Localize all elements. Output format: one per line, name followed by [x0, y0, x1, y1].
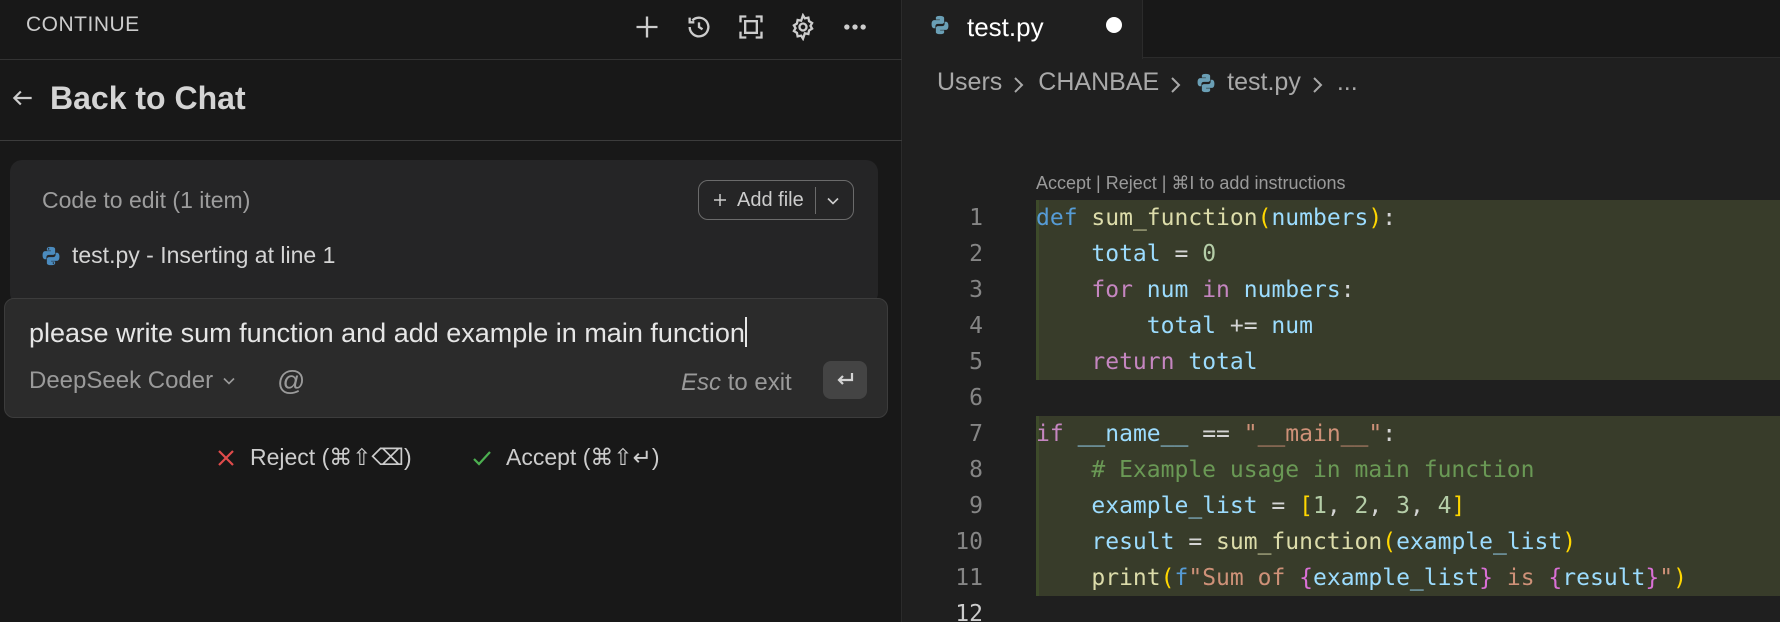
- text-caret: [744, 317, 747, 347]
- model-name: DeepSeek Coder: [29, 367, 214, 394]
- line-number: 12: [955, 601, 983, 622]
- app-title: CONTINUE: [26, 13, 140, 36]
- python-icon: [40, 245, 62, 267]
- back-to-chat-bar[interactable]: Back to Chat: [0, 61, 902, 141]
- code-line: 6: [903, 380, 1780, 416]
- chevron-right-icon: [1311, 73, 1327, 93]
- line-number: 9: [969, 493, 983, 519]
- code-line: 5 return total: [903, 344, 1780, 380]
- unsaved-dot-icon[interactable]: [1106, 17, 1122, 33]
- code-line: 8 # Example usage in main function: [903, 452, 1780, 488]
- line-number: 8: [969, 457, 983, 483]
- line-number: 2: [969, 241, 983, 267]
- code-to-edit-card: Code to edit (1 item) Add file test.py -…: [10, 160, 878, 305]
- back-to-chat-label[interactable]: Back to Chat: [50, 80, 246, 117]
- at-mention-icon[interactable]: @: [277, 365, 305, 397]
- more-icon[interactable]: [838, 10, 872, 44]
- tab-label: test.py: [967, 12, 1044, 42]
- line-number: 11: [955, 565, 983, 591]
- editor-panel: test.py Users CHANBAE test.py ... Accept…: [903, 0, 1780, 622]
- breadcrumb-file[interactable]: test.py: [1227, 68, 1301, 97]
- code-line: 1 def sum_function(numbers):: [903, 200, 1780, 236]
- code-text: result = sum_function(example_list): [1091, 529, 1577, 555]
- breadcrumb-chanbae[interactable]: CHANBAE: [1038, 68, 1159, 97]
- editor-tab-strip: test.py: [903, 0, 1780, 59]
- reject-label: Reject (⌘⇧⌫): [250, 444, 412, 470]
- line-number: 7: [969, 421, 983, 447]
- line-number: 1: [969, 205, 983, 231]
- code-text: if __name__ == "__main__":: [1036, 421, 1397, 447]
- x-icon: [218, 449, 234, 466]
- line-number: 6: [969, 385, 983, 411]
- arrow-left-icon[interactable]: [10, 85, 40, 115]
- prompt-input[interactable]: please write sum function and add exampl…: [29, 317, 747, 349]
- inline-diff-codelens[interactable]: Accept | Reject | ⌘I to add instructions: [1036, 173, 1346, 194]
- continue-panel: CONTINUE Back to Chat Code to edit (1 it…: [0, 0, 902, 622]
- chevron-right-icon: [1012, 73, 1028, 93]
- edit-file-item[interactable]: test.py - Inserting at line 1: [40, 242, 335, 269]
- breadcrumb: Users CHANBAE test.py ...: [937, 68, 1358, 97]
- prompt-text: please write sum function and add exampl…: [29, 318, 745, 348]
- line-number: 3: [969, 277, 983, 303]
- model-selector[interactable]: DeepSeek Coder: [29, 367, 239, 395]
- code-line: 11 print(f"Sum of {example_list} is {res…: [903, 560, 1780, 596]
- accept-label: Accept (⌘⇧↵): [506, 444, 660, 470]
- esc-hint: Esc to exit: [681, 369, 792, 397]
- fullscreen-icon[interactable]: [734, 10, 768, 44]
- code-line: 3 for num in numbers:: [903, 272, 1780, 308]
- line-number: 4: [969, 313, 983, 339]
- line-number: 10: [955, 529, 983, 555]
- code-text: total += num: [1146, 313, 1313, 339]
- code-to-edit-title: Code to edit (1 item): [42, 187, 251, 213]
- history-icon[interactable]: [682, 10, 716, 44]
- enter-icon: [837, 373, 854, 385]
- breadcrumb-users[interactable]: Users: [937, 68, 1002, 97]
- accept-button[interactable]: Accept (⌘⇧↵): [470, 444, 660, 471]
- code-line: 4 total += num: [903, 308, 1780, 344]
- code-text: return total: [1091, 349, 1258, 375]
- python-icon: [929, 14, 951, 36]
- plus-icon: [711, 191, 729, 209]
- code-text: print(f"Sum of {example_list} is {result…: [1091, 565, 1687, 591]
- add-file-button[interactable]: Add file: [698, 180, 854, 220]
- line-number: 5: [969, 349, 983, 375]
- esc-suffix: to exit: [727, 369, 792, 396]
- check-icon: [473, 450, 491, 466]
- code-text: for num in numbers:: [1091, 277, 1355, 303]
- code-text: def sum_function(numbers):: [1036, 205, 1397, 231]
- gear-icon[interactable]: [786, 10, 820, 44]
- code-line: 9 example_list = [1, 2, 3, 4]: [903, 488, 1780, 524]
- reject-button[interactable]: Reject (⌘⇧⌫): [214, 444, 412, 471]
- python-icon: [1195, 72, 1217, 94]
- chevron-right-icon: [1169, 73, 1185, 93]
- breadcrumb-symbols[interactable]: ...: [1337, 68, 1358, 97]
- add-file-label: Add file: [737, 188, 804, 211]
- submit-button[interactable]: [823, 361, 867, 399]
- divider: [815, 187, 816, 214]
- tab-test-py[interactable]: test.py: [903, 0, 1143, 59]
- plus-icon[interactable]: [630, 10, 664, 44]
- code-line: 7 if __name__ == "__main__":: [903, 416, 1780, 452]
- panel-header: CONTINUE: [0, 0, 902, 60]
- code-line: 12: [903, 596, 1780, 622]
- chevron-down-icon[interactable]: [823, 191, 845, 213]
- code-text: total = 0: [1091, 241, 1217, 267]
- edit-file-label: test.py - Inserting at line 1: [72, 242, 336, 268]
- chevron-down-icon: [223, 377, 235, 385]
- code-line: 2 total = 0: [903, 236, 1780, 272]
- prompt-input-box[interactable]: please write sum function and add exampl…: [4, 298, 888, 418]
- code-line: 10 result = sum_function(example_list): [903, 524, 1780, 560]
- code-text: example_list = [1, 2, 3, 4]: [1091, 493, 1466, 519]
- esc-key: Esc: [681, 369, 722, 396]
- code-text: # Example usage in main function: [1091, 457, 1535, 483]
